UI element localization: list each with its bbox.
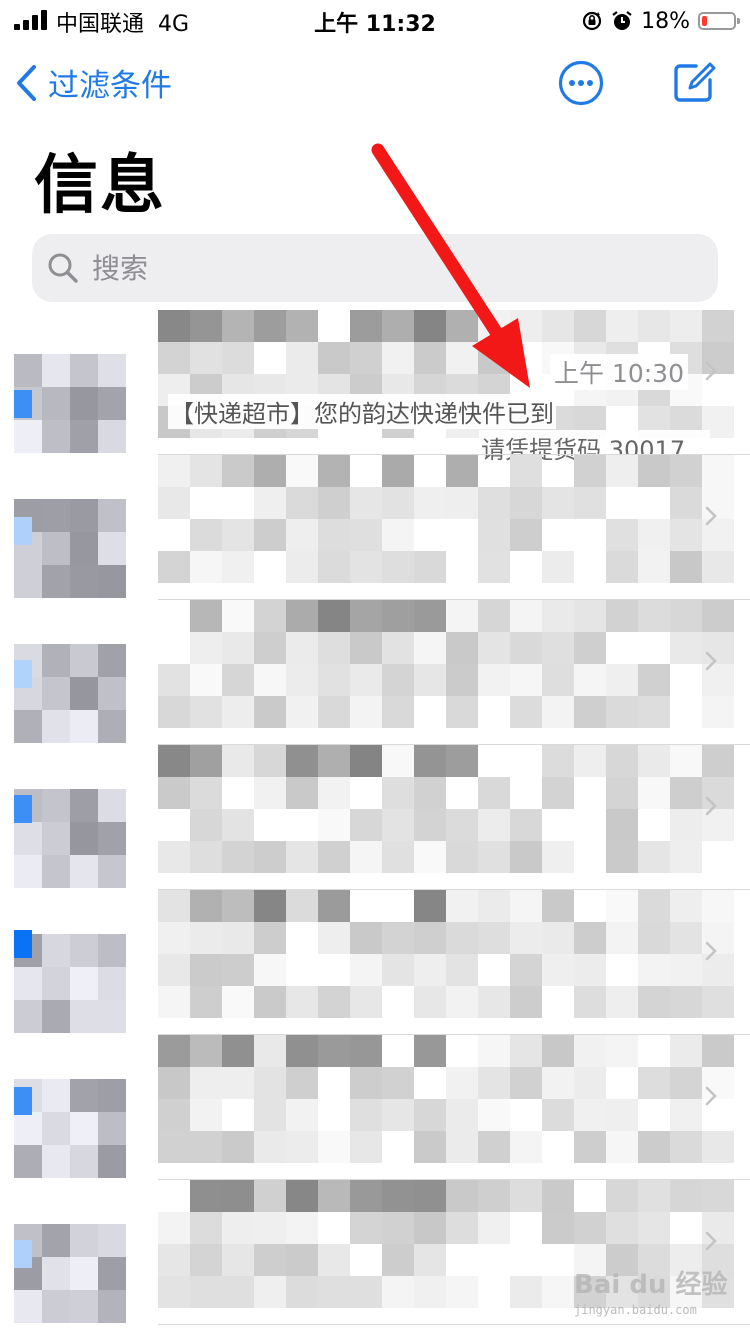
chevron-right-icon	[705, 1086, 717, 1106]
back-button[interactable]: 过滤条件	[14, 60, 172, 105]
ellipsis-circle-icon	[558, 60, 604, 106]
search-input[interactable]	[90, 250, 694, 286]
chevron-right-icon	[705, 1231, 717, 1251]
alarm-icon	[612, 11, 632, 30]
watermark-url: jingyan.baidu.com	[574, 1303, 697, 1317]
status-bar: 中国联通 4G 上午 11:32 18%	[0, 0, 750, 42]
compose-icon	[674, 62, 716, 102]
unread-indicator	[14, 1087, 32, 1115]
watermark: Bai du 经验 jingyan.baidu.com	[574, 1264, 744, 1328]
conversation-row[interactable]	[0, 1035, 750, 1180]
watermark-logo: Bai du 经验	[574, 1270, 728, 1300]
unread-indicator	[14, 1240, 32, 1268]
chevron-right-icon	[705, 651, 717, 671]
rotation-lock-icon	[582, 11, 602, 31]
conversation-row[interactable]	[0, 455, 750, 600]
chevron-right-icon	[705, 941, 717, 961]
conversation-content	[158, 745, 750, 890]
chevron-right-icon	[705, 361, 717, 381]
conversation-row[interactable]: 上午 10:30 【快递超市】您的韵达快递快件已到 请凭提货码 30017...	[0, 310, 750, 465]
avatar	[14, 1224, 126, 1323]
battery-percent: 18%	[641, 8, 690, 34]
avatar	[14, 644, 126, 743]
chevron-right-icon	[705, 796, 717, 816]
search-icon	[48, 253, 78, 283]
page-title: 信息	[34, 149, 166, 223]
back-label: 过滤条件	[48, 68, 172, 104]
chevron-left-icon	[17, 64, 36, 101]
avatar	[14, 499, 126, 598]
search-bar[interactable]	[32, 234, 718, 302]
unread-indicator	[14, 517, 32, 545]
conversation-content	[158, 1035, 750, 1180]
navigation-bar: 过滤条件	[0, 56, 750, 112]
conversation-row[interactable]	[0, 600, 750, 745]
unread-indicator	[14, 390, 32, 418]
conversation-content	[158, 455, 750, 600]
unread-indicator	[14, 795, 32, 823]
unread-indicator	[14, 660, 32, 688]
conversation-row[interactable]	[0, 745, 750, 890]
conversation-content	[158, 890, 750, 1035]
battery-icon	[698, 12, 740, 30]
compose-button[interactable]	[670, 58, 718, 106]
message-time: 上午 10:30	[550, 354, 688, 390]
message-preview-line1: 【快递超市】您的韵达快递快件已到	[168, 394, 556, 429]
conversation-content	[158, 600, 750, 745]
conversation-row[interactable]	[0, 890, 750, 1035]
conversation-list: 上午 10:30 【快递超市】您的韵达快递快件已到 请凭提货码 30017...	[0, 310, 750, 1334]
more-button[interactable]	[558, 60, 604, 106]
unread-indicator	[14, 930, 32, 958]
conversation-content: 上午 10:30 【快递超市】您的韵达快递快件已到 请凭提货码 30017...	[158, 310, 750, 465]
chevron-right-icon	[705, 506, 717, 526]
